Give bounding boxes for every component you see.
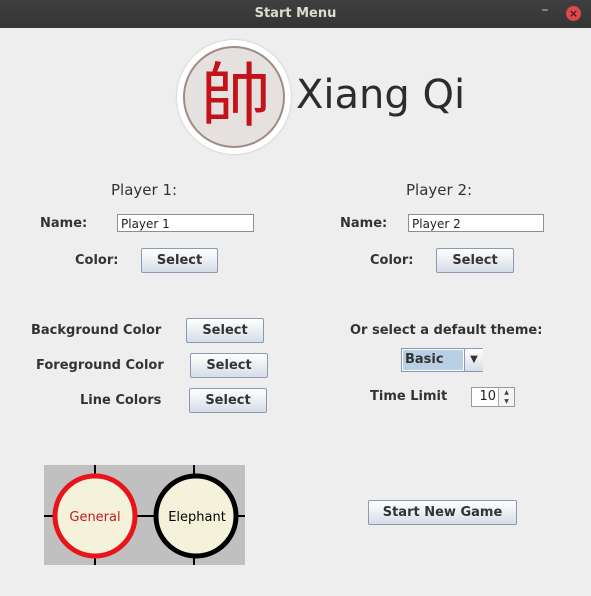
time-limit-spinner[interactable]: 10 ▲ ▼ xyxy=(471,387,515,407)
player1-name-label: Name: xyxy=(40,216,88,231)
foreground-color-button[interactable]: Select xyxy=(190,353,268,378)
default-theme-select[interactable]: Basic ▼ xyxy=(401,348,483,372)
line-colors-button[interactable]: Select xyxy=(189,388,267,413)
start-new-game-button[interactable]: Start New Game xyxy=(368,500,517,525)
line-colors-label: Line Colors xyxy=(80,393,162,408)
player1-color-label: Color: xyxy=(75,253,119,268)
window-titlebar: Start Menu – × xyxy=(0,0,591,28)
preview-board: General Elephant xyxy=(44,465,245,565)
logo-badge: 帥 xyxy=(183,46,285,148)
player2-name-field[interactable]: Player 2 xyxy=(408,214,544,232)
chevron-down-icon[interactable]: ▼ xyxy=(464,349,483,371)
foreground-color-label: Foreground Color xyxy=(36,358,164,373)
close-icon[interactable]: × xyxy=(566,6,581,21)
logo-glyph: 帥 xyxy=(201,55,271,137)
background-color-button[interactable]: Select xyxy=(186,318,264,343)
player1-name-field[interactable]: Player 1 xyxy=(117,214,254,232)
player1-color-button[interactable]: Select xyxy=(141,248,218,273)
elephant-label: Elephant xyxy=(168,510,226,525)
logo: 帥 xyxy=(177,40,291,154)
player2-color-label: Color: xyxy=(370,253,414,268)
default-theme-value: Basic xyxy=(403,350,463,370)
app-title: Xiang Qi xyxy=(296,72,466,118)
player2-heading: Player 2: xyxy=(406,181,473,199)
player1-heading: Player 1: xyxy=(111,181,178,199)
theme-preview: General Elephant xyxy=(44,465,245,565)
time-limit-value: 10 xyxy=(479,389,496,404)
general-label: General xyxy=(69,510,120,525)
player2-color-button[interactable]: Select xyxy=(436,248,514,273)
player2-name-label: Name: xyxy=(340,216,388,231)
time-limit-label: Time Limit xyxy=(370,389,448,404)
window-title: Start Menu xyxy=(254,6,337,21)
default-theme-label: Or select a default theme: xyxy=(350,323,543,338)
background-color-label: Background Color xyxy=(31,323,162,338)
minimize-icon[interactable]: – xyxy=(538,3,552,19)
spinner-down-icon[interactable]: ▼ xyxy=(498,397,514,406)
